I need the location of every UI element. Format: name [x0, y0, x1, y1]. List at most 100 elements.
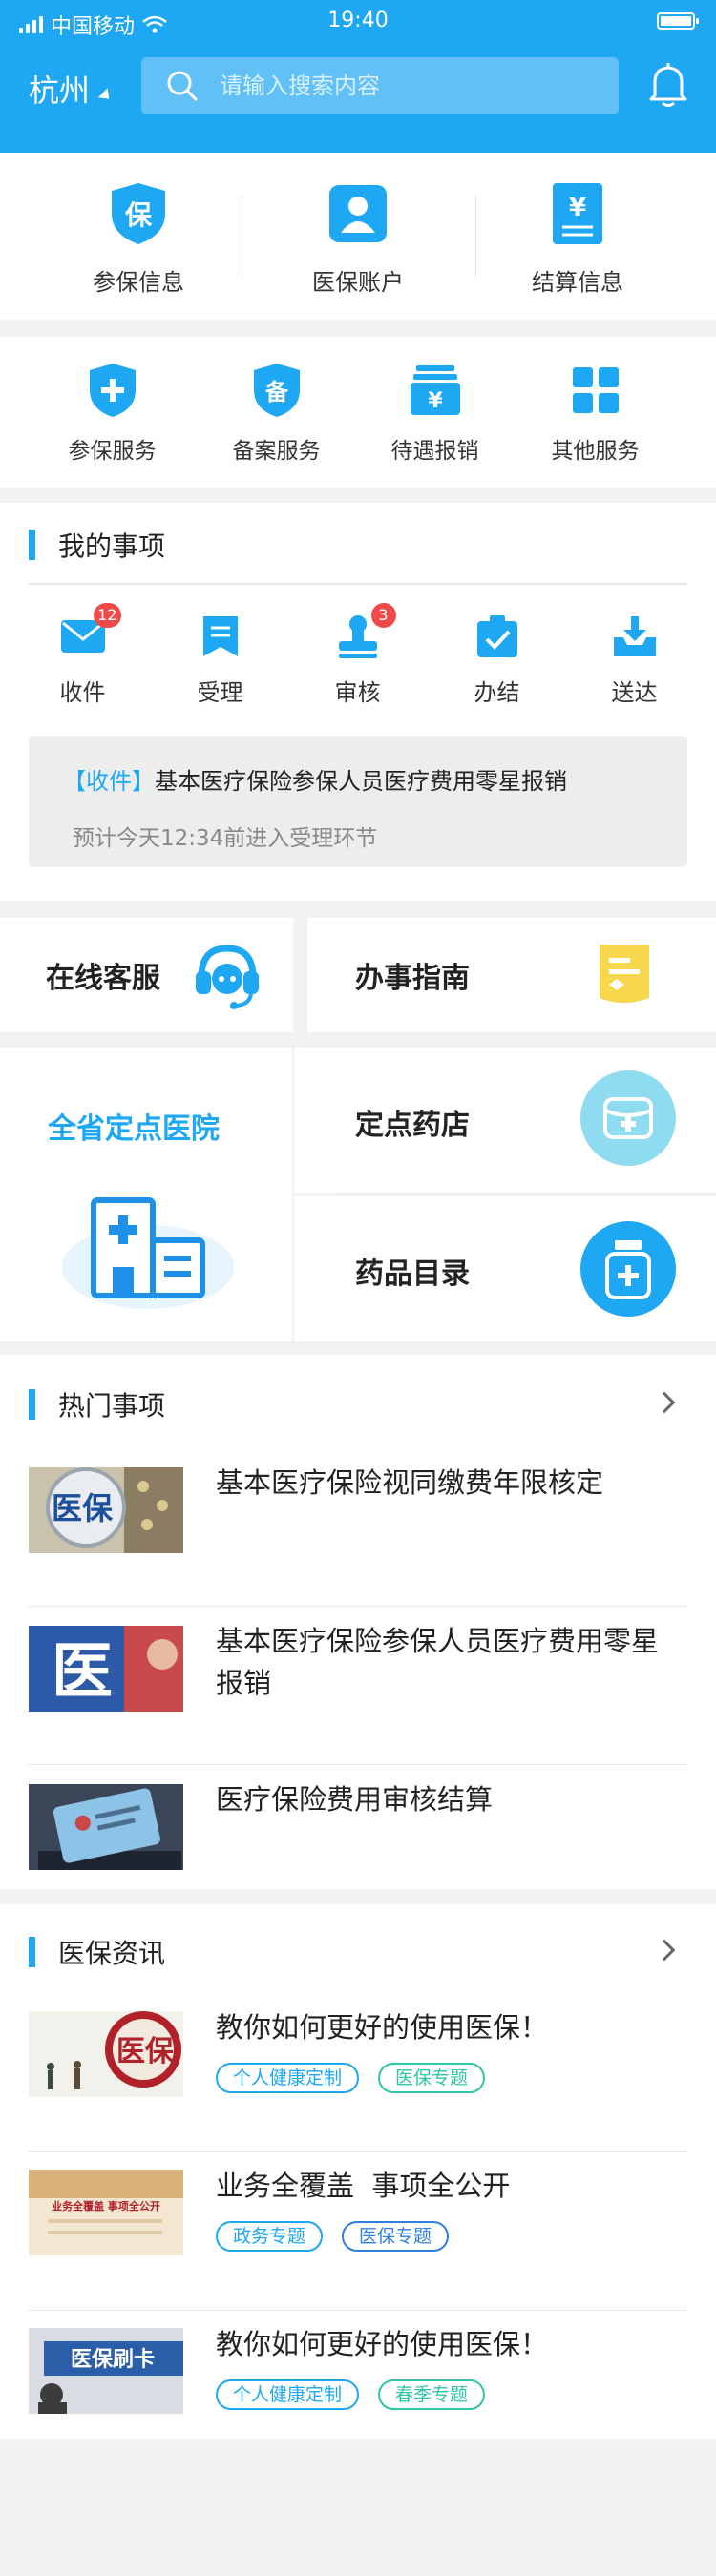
card-title: 在线客服 [46, 962, 160, 995]
check-box-icon [476, 615, 517, 657]
news-item-title: 教你如何更好的使用医保！ [216, 2328, 549, 2360]
section-header: 我的事项 [29, 526, 165, 564]
city-label: 杭州 [29, 73, 91, 109]
notice-subtitle: 预计今天12:34前进入受理环节 [73, 826, 378, 851]
service-guide-card[interactable]: 办事指南 [307, 918, 716, 1032]
service-item-reimburse[interactable]: ¥ 待遇报销 [346, 362, 524, 465]
notice-title-text: 基本医疗保险参保人员医疗费用零星报销 [155, 768, 567, 795]
info-item-account[interactable]: 医保账户 [239, 181, 477, 297]
yen-document-icon: ¥ [553, 183, 602, 244]
chevron-right-icon[interactable] [653, 1939, 676, 1962]
my-item-delivered[interactable]: 送达 [565, 613, 704, 707]
topic-tag[interactable]: 春季专题 [378, 2379, 486, 2410]
service-label: 待遇报销 [390, 439, 479, 464]
section-title: 医保资讯 [58, 1938, 166, 1969]
medicine-box-icon [580, 1070, 676, 1166]
card-title: 办事指南 [355, 962, 470, 995]
divider [29, 583, 687, 585]
yen-box-icon: ¥ [410, 365, 460, 415]
my-item-review[interactable]: 3 审核 [288, 603, 427, 707]
drug-list-card[interactable]: 药品目录 [294, 1196, 716, 1341]
city-selector[interactable]: 杭州 [29, 67, 115, 111]
my-item-received[interactable]: 12 收件 [13, 603, 152, 707]
search-input[interactable] [220, 73, 582, 99]
service-item-other[interactable]: 其他服务 [506, 362, 684, 465]
search-icon [167, 71, 198, 101]
section-header: 医保资讯 [29, 1933, 165, 1971]
hot-thumbnail: 医 [29, 1626, 183, 1712]
svg-text:¥: ¥ [569, 194, 586, 222]
info-item-settlement[interactable]: ¥ 结算信息 [458, 181, 697, 297]
service-item-enroll[interactable]: 参保服务 [23, 362, 201, 465]
news-thumb-text: 医保 [116, 2035, 175, 2068]
service-item-filing[interactable]: 备 备案服务 [187, 362, 366, 465]
my-item-label: 送达 [611, 679, 658, 706]
app-header: 中国移动 19:40 杭州 [0, 0, 716, 153]
section-accent-bar [29, 530, 35, 560]
shield-plus-icon [89, 364, 136, 417]
topic-tag[interactable]: 个人健康定制 [216, 2063, 360, 2093]
inbox-download-icon [613, 616, 656, 656]
my-items-section: 我的事项 12 收件 受理 3 审核 办结 送达 【收件】基本医疗保险参保人员医… [0, 503, 716, 901]
card-title: 定点药店 [355, 1109, 470, 1142]
pending-notice-card[interactable]: 【收件】基本医疗保险参保人员医疗费用零星报销 预计今天12:34前进入受理环节 [29, 736, 687, 867]
headset-icon [196, 945, 259, 1009]
online-service-card[interactable]: 在线客服 [0, 918, 293, 1032]
count-badge: 3 [370, 603, 396, 628]
my-item-label: 收件 [59, 679, 106, 706]
section-title: 我的事项 [58, 530, 166, 562]
news-item[interactable]: 医保 教你如何更好的使用医保！ 个人健康定制 医保专题 [0, 1994, 716, 2152]
hot-thumbnail: 医保 [29, 1467, 183, 1553]
news-thumbnail: 医保 [29, 2011, 183, 2097]
hot-thumb-text: 医保 [52, 1490, 114, 1527]
svg-text:备: 备 [264, 379, 289, 405]
section-accent-bar [29, 1389, 35, 1420]
news-tags: 个人健康定制 医保专题 [216, 2063, 486, 2093]
my-item-label: 受理 [197, 679, 243, 706]
topic-tag[interactable]: 医保专题 [378, 2063, 486, 2093]
bookmark-icon [202, 616, 238, 656]
news-item[interactable]: 医保刷卡 教你如何更好的使用医保！ 个人健康定制 春季专题 [0, 2311, 716, 2435]
shield-bao-icon: 保 [112, 183, 165, 244]
info-label: 结算信息 [532, 269, 623, 296]
shield-bei-icon: 备 [253, 364, 300, 417]
search-bar[interactable] [141, 57, 619, 114]
news-tags: 政务专题 医保专题 [216, 2221, 450, 2252]
chevron-right-icon[interactable] [653, 1391, 676, 1414]
info-item-insurance[interactable]: 保 参保信息 [19, 181, 258, 297]
service-label: 参保服务 [68, 439, 157, 464]
divider [292, 1048, 294, 1341]
card-title: 全省定点医院 [48, 1112, 220, 1146]
hot-item[interactable]: 医 基本医疗保险参保人员医疗费用零星报销 [0, 1607, 716, 1765]
bell-icon[interactable] [645, 59, 691, 109]
news-thumb-text: 医保刷卡 [71, 2348, 155, 2372]
topic-tag[interactable]: 个人健康定制 [216, 2379, 360, 2410]
info-label: 参保信息 [93, 269, 184, 296]
my-item-accepted[interactable]: 受理 [151, 613, 289, 707]
caret-down-icon [97, 87, 115, 104]
news-item[interactable]: 业务全覆盖 事项全公开 业务全覆盖 事项全公开 政务专题 医保专题 [0, 2152, 716, 2311]
guide-document-icon [600, 945, 649, 1003]
my-item-completed[interactable]: 办结 [428, 613, 566, 707]
hot-item[interactable]: 医疗保险费用审核结算 [0, 1765, 716, 1889]
notice-title: 【收件】基本医疗保险参保人员医疗费用零星报销 [63, 762, 567, 796]
news-section: 医保资讯 医保 教你如何更好的使用医保！ 个人健康定制 医保专题 业务全覆盖 事… [0, 1904, 716, 2439]
svg-text:保: 保 [125, 199, 153, 231]
notice-tag: 【收件】 [63, 768, 155, 795]
news-item-title: 教你如何更好的使用医保！ [216, 2011, 549, 2044]
service-label: 其他服务 [551, 439, 640, 464]
hot-item[interactable]: 医保 基本医疗保险视同缴费年限核定 [0, 1448, 716, 1607]
status-time: 19:40 [327, 9, 389, 32]
news-thumb-text: 业务全覆盖 事项全公开 [52, 2199, 160, 2212]
hospitals-card[interactable]: 全省定点医院 [0, 1048, 292, 1341]
section-title: 热门事项 [58, 1390, 166, 1422]
hot-items-section: 热门事项 医保 基本医疗保险视同缴费年限核定 医 基本医疗保险参保人员医疗费用零… [0, 1355, 716, 1889]
pharmacy-card[interactable]: 定点药店 [294, 1048, 716, 1193]
topic-tag[interactable]: 医保专题 [342, 2221, 450, 2252]
news-tags: 个人健康定制 春季专题 [216, 2379, 486, 2410]
topic-tag[interactable]: 政务专题 [216, 2221, 324, 2252]
status-bar: 中国移动 19:40 [0, 0, 716, 44]
my-item-label: 办结 [474, 679, 520, 706]
hot-item-title: 医疗保险费用审核结算 [216, 1783, 494, 1816]
info-label: 医保账户 [312, 269, 404, 296]
